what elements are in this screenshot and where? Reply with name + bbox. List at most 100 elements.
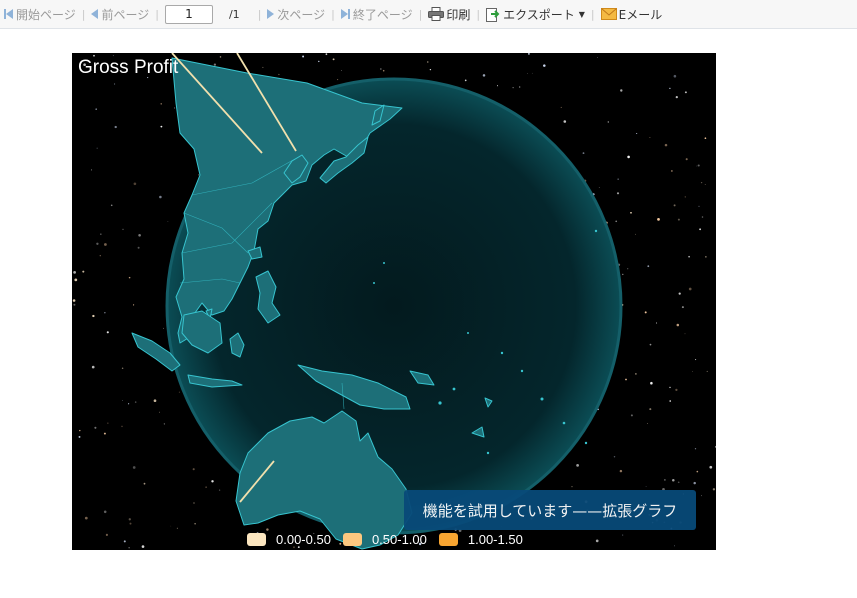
star xyxy=(597,56,599,58)
print-button[interactable]: 印刷 xyxy=(428,6,470,23)
star xyxy=(617,178,619,180)
star xyxy=(193,502,195,504)
chart-legend: 0.00-0.50 0.50-1.00 1.00-1.50 xyxy=(247,530,535,548)
star xyxy=(673,74,677,78)
star xyxy=(380,68,382,70)
chevron-down-icon: ▼ xyxy=(578,9,585,19)
star xyxy=(92,314,95,318)
star xyxy=(325,53,328,56)
star xyxy=(616,192,620,195)
star xyxy=(137,246,140,249)
globe-map-chart[interactable]: Gross Profit 機能を試用しています——拡張グラフ 0.00-0.50… xyxy=(72,53,716,550)
star xyxy=(122,228,124,231)
star xyxy=(106,331,109,334)
star xyxy=(704,184,706,185)
star xyxy=(110,204,113,207)
star xyxy=(571,486,573,488)
star xyxy=(121,367,124,370)
star xyxy=(219,56,222,58)
next-page-button[interactable]: 次ページ xyxy=(267,6,325,23)
star xyxy=(706,370,708,372)
star xyxy=(560,106,562,108)
star xyxy=(174,107,176,109)
star xyxy=(178,391,180,393)
star xyxy=(332,58,335,61)
star xyxy=(649,408,652,411)
star xyxy=(163,327,165,329)
star xyxy=(318,60,320,63)
star xyxy=(519,86,521,88)
star xyxy=(673,204,676,207)
star xyxy=(657,218,660,221)
export-dropdown-button[interactable]: エクスポート ▼ xyxy=(486,6,585,23)
star xyxy=(211,480,214,483)
star xyxy=(635,373,637,375)
star xyxy=(613,455,616,458)
star xyxy=(82,270,85,273)
star xyxy=(563,120,567,123)
first-page-button[interactable]: 開始ページ xyxy=(4,6,76,23)
legend-item[interactable]: 1.00-1.50 xyxy=(438,531,523,547)
toolbar-separator: | xyxy=(81,7,86,21)
star xyxy=(78,435,81,438)
star xyxy=(595,539,599,543)
star xyxy=(622,534,624,536)
star xyxy=(170,525,172,527)
star xyxy=(122,399,123,401)
last-page-button[interactable]: 終了ページ xyxy=(340,6,413,23)
star xyxy=(429,68,432,71)
star xyxy=(698,205,700,208)
star xyxy=(677,218,680,221)
star xyxy=(482,74,486,77)
star xyxy=(96,147,98,149)
star xyxy=(128,276,131,279)
star xyxy=(95,108,97,110)
star xyxy=(704,137,707,140)
star xyxy=(620,89,623,92)
star xyxy=(167,221,169,222)
star xyxy=(84,516,88,520)
star xyxy=(340,70,342,71)
star xyxy=(650,381,653,385)
legend-item[interactable]: 0.00-0.50 xyxy=(247,532,331,547)
star xyxy=(72,299,76,302)
star xyxy=(107,422,109,424)
star xyxy=(262,66,264,68)
legend-label: 1.00-1.50 xyxy=(467,531,523,547)
star xyxy=(688,255,690,258)
star xyxy=(114,125,117,129)
star xyxy=(715,446,716,448)
star xyxy=(160,125,163,128)
page-number-input[interactable] xyxy=(164,4,213,24)
mail-icon xyxy=(600,8,617,20)
star xyxy=(192,468,195,471)
star xyxy=(672,479,675,482)
first-page-label: 開始ページ xyxy=(16,7,76,22)
star xyxy=(512,87,514,89)
star xyxy=(99,255,101,257)
star xyxy=(647,265,650,268)
star xyxy=(678,292,681,295)
prev-page-button[interactable]: 前ページ xyxy=(91,6,149,23)
star xyxy=(218,489,221,491)
star xyxy=(598,186,600,188)
star xyxy=(94,426,97,429)
star xyxy=(121,425,123,428)
export-label: エクスポート xyxy=(503,7,575,22)
print-label: 印刷 xyxy=(446,7,471,22)
star xyxy=(197,174,200,176)
star xyxy=(141,545,145,548)
prev-page-icon xyxy=(91,9,99,19)
star xyxy=(104,243,107,246)
star xyxy=(114,83,116,85)
star xyxy=(527,73,528,74)
star xyxy=(627,155,630,159)
star xyxy=(694,448,697,450)
star xyxy=(697,164,700,167)
star xyxy=(647,423,648,425)
legend-item[interactable]: 0.50-1.00 xyxy=(342,532,427,547)
star xyxy=(701,216,704,218)
page-total: /1 xyxy=(228,7,240,21)
email-button[interactable]: Eメール xyxy=(600,6,662,23)
star xyxy=(582,152,585,155)
